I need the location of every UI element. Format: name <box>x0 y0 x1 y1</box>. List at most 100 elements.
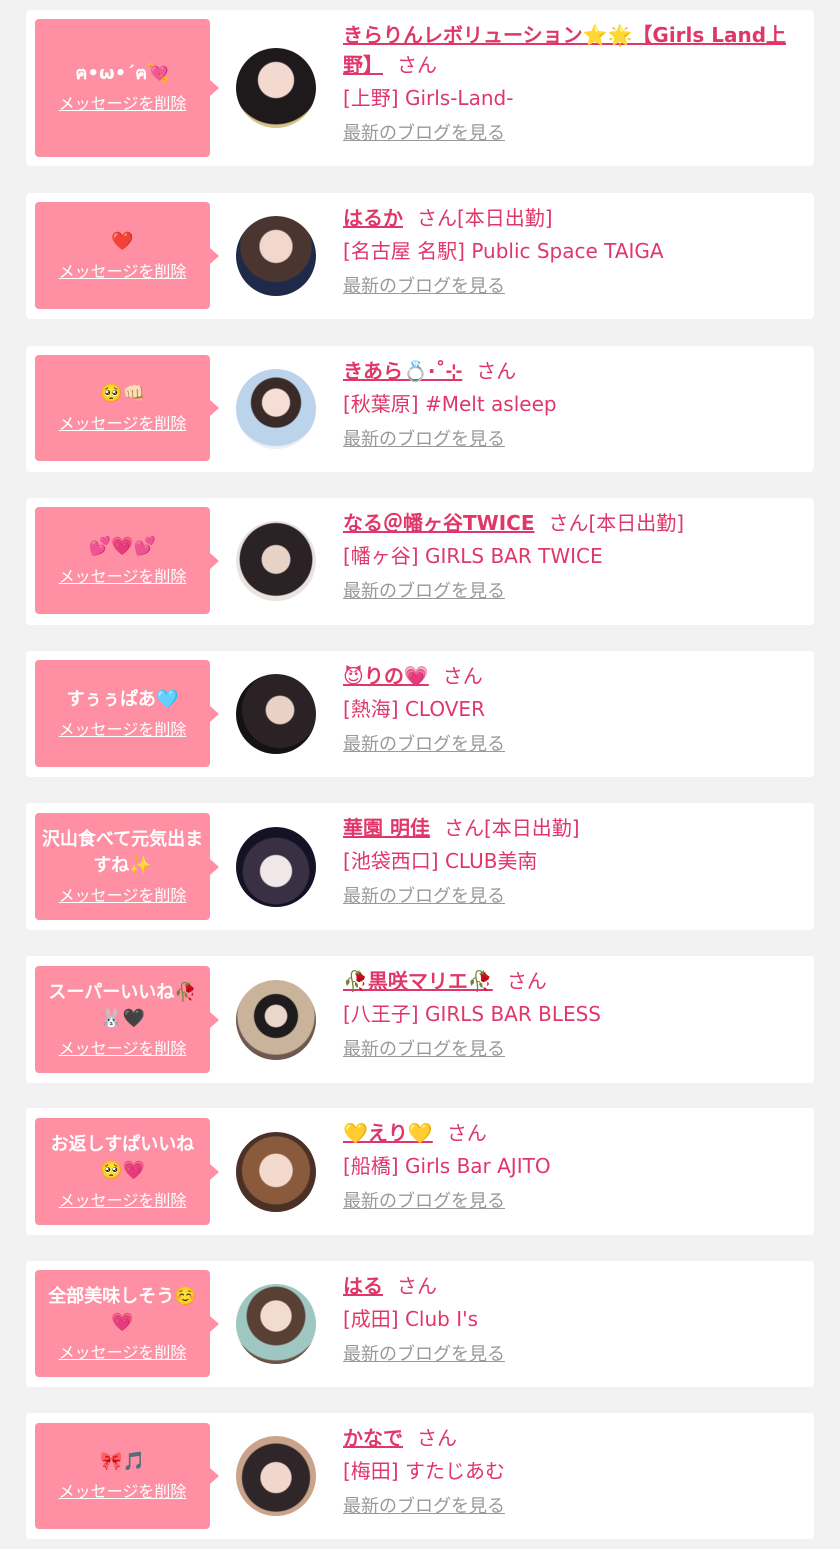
shop-label: [船橋] Girls Bar AJITO <box>343 1154 551 1178</box>
user-name-link[interactable]: はるか <box>343 206 403 230</box>
message-bubble: 💕💗💕 メッセージを削除 <box>35 507 219 614</box>
delete-message-button[interactable]: メッセージを削除 <box>59 261 187 283</box>
user-info: 💛えり💛 さん [船橋] Girls Bar AJITO 最新のブログを見る <box>343 1118 805 1214</box>
message-bubble: ❤️ メッセージを削除 <box>35 202 219 309</box>
message-bubble: すぅぅぱあ🩵 メッセージを削除 <box>35 660 219 767</box>
user-name-link[interactable]: かなで <box>343 1426 403 1450</box>
message-bubble: スーパーいいね🥀🐰🖤 メッセージを削除 <box>35 966 219 1073</box>
user-info: はるか さん[本日出勤] [名古屋 名駅] Public Space TAIGA … <box>343 203 805 299</box>
name-line: きあら💍·˚⊹ さん <box>343 356 805 386</box>
user-name-link[interactable]: 😈りの💗 <box>343 664 429 688</box>
status-badge: [本日出勤] <box>483 816 580 840</box>
shop-label: [秋葉原] #Melt asleep <box>343 392 557 416</box>
list-item: お返しすぱいいね🥺💗 メッセージを削除 💛えり💛 さん [船橋] Girls Ba… <box>26 1108 814 1235</box>
avatar[interactable] <box>236 1284 316 1364</box>
user-info: きあら💍·˚⊹ さん [秋葉原] #Melt asleep 最新のブログを見る <box>343 356 805 452</box>
user-name-link[interactable]: 🥀黒咲マリエ🥀 <box>343 969 493 993</box>
message-bubble: 🎀🎵 メッセージを削除 <box>35 1423 219 1529</box>
user-info: なる＠幡ヶ谷TWICE さん[本日出勤] [幡ヶ谷] GIRLS BAR TWIC… <box>343 508 805 604</box>
user-name-link[interactable]: 華園 明佳 <box>343 816 430 840</box>
latest-blog-link[interactable]: 最新のブログを見る <box>343 428 505 452</box>
name-line: はる さん <box>343 1271 805 1301</box>
honorific: さん <box>442 664 483 688</box>
user-name-link[interactable]: なる＠幡ヶ谷TWICE <box>343 511 534 535</box>
avatar[interactable] <box>236 980 316 1060</box>
delete-message-button[interactable]: メッセージを削除 <box>59 413 187 435</box>
user-info: 😈りの💗 さん [熱海] CLOVER 最新のブログを見る <box>343 661 805 757</box>
avatar[interactable] <box>236 674 316 754</box>
message-bubble: 沢山食べて元気出ますね✨ メッセージを削除 <box>35 813 219 920</box>
name-line: 😈りの💗 さん <box>343 661 805 691</box>
message-text: すぅぅぱあ🩵 <box>66 688 179 710</box>
shop-label: [熱海] CLOVER <box>343 697 485 721</box>
avatar[interactable] <box>236 521 316 601</box>
name-line: 華園 明佳 さん[本日出勤] <box>343 813 805 843</box>
status-badge: [本日出勤] <box>588 511 685 535</box>
shop-label: [成田] Club I's <box>343 1307 479 1331</box>
message-text: 全部美味しそう☺️💗 <box>48 1285 197 1333</box>
delete-message-button[interactable]: メッセージを削除 <box>59 885 187 907</box>
user-info: はる さん [成田] Club I's 最新のブログを見る <box>343 1271 805 1367</box>
name-line: はるか さん[本日出勤] <box>343 203 805 233</box>
delete-message-button[interactable]: メッセージを削除 <box>59 1342 187 1364</box>
message-text: 🥺👊🏻 <box>100 383 145 404</box>
message-text: 💕💗💕 <box>88 535 157 557</box>
list-item: 💕💗💕 メッセージを削除 なる＠幡ヶ谷TWICE さん[本日出勤] [幡ヶ谷] G… <box>26 498 814 625</box>
honorific: さん <box>506 969 547 993</box>
message-text: お返しすぱいいね🥺💗 <box>50 1133 195 1181</box>
latest-blog-link[interactable]: 最新のブログを見る <box>343 733 505 757</box>
user-info: かなで さん [梅田] すたじあむ 最新のブログを見る <box>343 1423 805 1519</box>
message-bubble: ฅ•ω•´ฅ💘 メッセージを削除 <box>35 19 219 157</box>
delete-message-button[interactable]: メッセージを削除 <box>59 719 187 741</box>
user-name-link[interactable]: 💛えり💛 <box>343 1121 433 1145</box>
delete-message-button[interactable]: メッセージを削除 <box>59 1190 187 1212</box>
latest-blog-link[interactable]: 最新のブログを見る <box>343 1190 505 1214</box>
user-name-link[interactable]: きあら💍·˚⊹ <box>343 359 462 383</box>
list-item: 🎀🎵 メッセージを削除 かなで さん [梅田] すたじあむ 最新のブログを見る <box>26 1413 814 1539</box>
avatar[interactable] <box>236 48 316 128</box>
list-item: 全部美味しそう☺️💗 メッセージを削除 はる さん [成田] Club I's 最… <box>26 1261 814 1387</box>
delete-message-button[interactable]: メッセージを削除 <box>59 93 187 115</box>
avatar[interactable] <box>236 369 316 449</box>
status-badge: [本日出勤] <box>457 206 553 230</box>
avatar[interactable] <box>236 827 316 907</box>
shop-label: [池袋西口] CLUB美南 <box>343 849 538 873</box>
latest-blog-link[interactable]: 最新のブログを見る <box>343 1495 505 1519</box>
list-item: すぅぅぱあ🩵 メッセージを削除 😈りの💗 さん [熱海] CLOVER 最新のブロ… <box>26 651 814 777</box>
honorific: さん <box>476 359 517 383</box>
user-info: 🥀黒咲マリエ🥀 さん [八王子] GIRLS BAR BLESS 最新のブログを見… <box>343 966 805 1062</box>
honorific: さん <box>397 1274 437 1298</box>
name-line: なる＠幡ヶ谷TWICE さん[本日出勤] <box>343 508 805 538</box>
latest-blog-link[interactable]: 最新のブログを見る <box>343 580 505 604</box>
message-text: スーパーいいね🥀🐰🖤 <box>48 981 197 1029</box>
list-item: 🥺👊🏻 メッセージを削除 きあら💍·˚⊹ さん [秋葉原] #Melt aslee… <box>26 346 814 472</box>
message-list: ฅ•ω•´ฅ💘 メッセージを削除 きらりんレボリューション⭐🌟【Girls La… <box>0 0 840 1549</box>
message-text: 🎀🎵 <box>100 1451 145 1472</box>
delete-message-button[interactable]: メッセージを削除 <box>59 1038 187 1060</box>
list-item: ❤️ メッセージを削除 はるか さん[本日出勤] [名古屋 名駅] Public … <box>26 193 814 319</box>
delete-message-button[interactable]: メッセージを削除 <box>59 1481 187 1503</box>
latest-blog-link[interactable]: 最新のブログを見る <box>343 885 505 909</box>
latest-blog-link[interactable]: 最新のブログを見る <box>343 122 505 146</box>
shop-label: [幡ヶ谷] GIRLS BAR TWICE <box>343 544 603 568</box>
delete-message-button[interactable]: メッセージを削除 <box>59 566 187 588</box>
avatar[interactable] <box>236 1436 316 1516</box>
list-item: 沢山食べて元気出ますね✨ メッセージを削除 華園 明佳 さん[本日出勤] [池袋西… <box>26 803 814 930</box>
avatar[interactable] <box>236 1132 316 1212</box>
list-item: スーパーいいね🥀🐰🖤 メッセージを削除 🥀黒咲マリエ🥀 さん [八王子] GIRL… <box>26 956 814 1083</box>
latest-blog-link[interactable]: 最新のブログを見る <box>343 1343 505 1367</box>
latest-blog-link[interactable]: 最新のブログを見る <box>343 275 505 299</box>
avatar[interactable] <box>236 216 316 296</box>
shop-label: [名古屋 名駅] Public Space TAIGA <box>343 239 664 263</box>
user-name-link[interactable]: はる <box>343 1274 383 1298</box>
latest-blog-link[interactable]: 最新のブログを見る <box>343 1038 505 1062</box>
honorific: さん <box>446 1121 487 1145</box>
message-bubble: 全部美味しそう☺️💗 メッセージを削除 <box>35 1270 219 1377</box>
name-line: きらりんレボリューション⭐🌟【Girls Land上野】 さん <box>343 20 805 80</box>
honorific: さん <box>548 511 589 535</box>
shop-label: [梅田] すたじあむ <box>343 1459 505 1483</box>
shop-label: [上野] Girls-Land- <box>343 86 514 110</box>
user-info: きらりんレボリューション⭐🌟【Girls Land上野】 さん [上野] Girl… <box>343 20 805 146</box>
list-item: ฅ•ω•´ฅ💘 メッセージを削除 きらりんレボリューション⭐🌟【Girls La… <box>26 10 814 166</box>
message-text: ฅ•ω•´ฅ💘 <box>75 63 170 84</box>
